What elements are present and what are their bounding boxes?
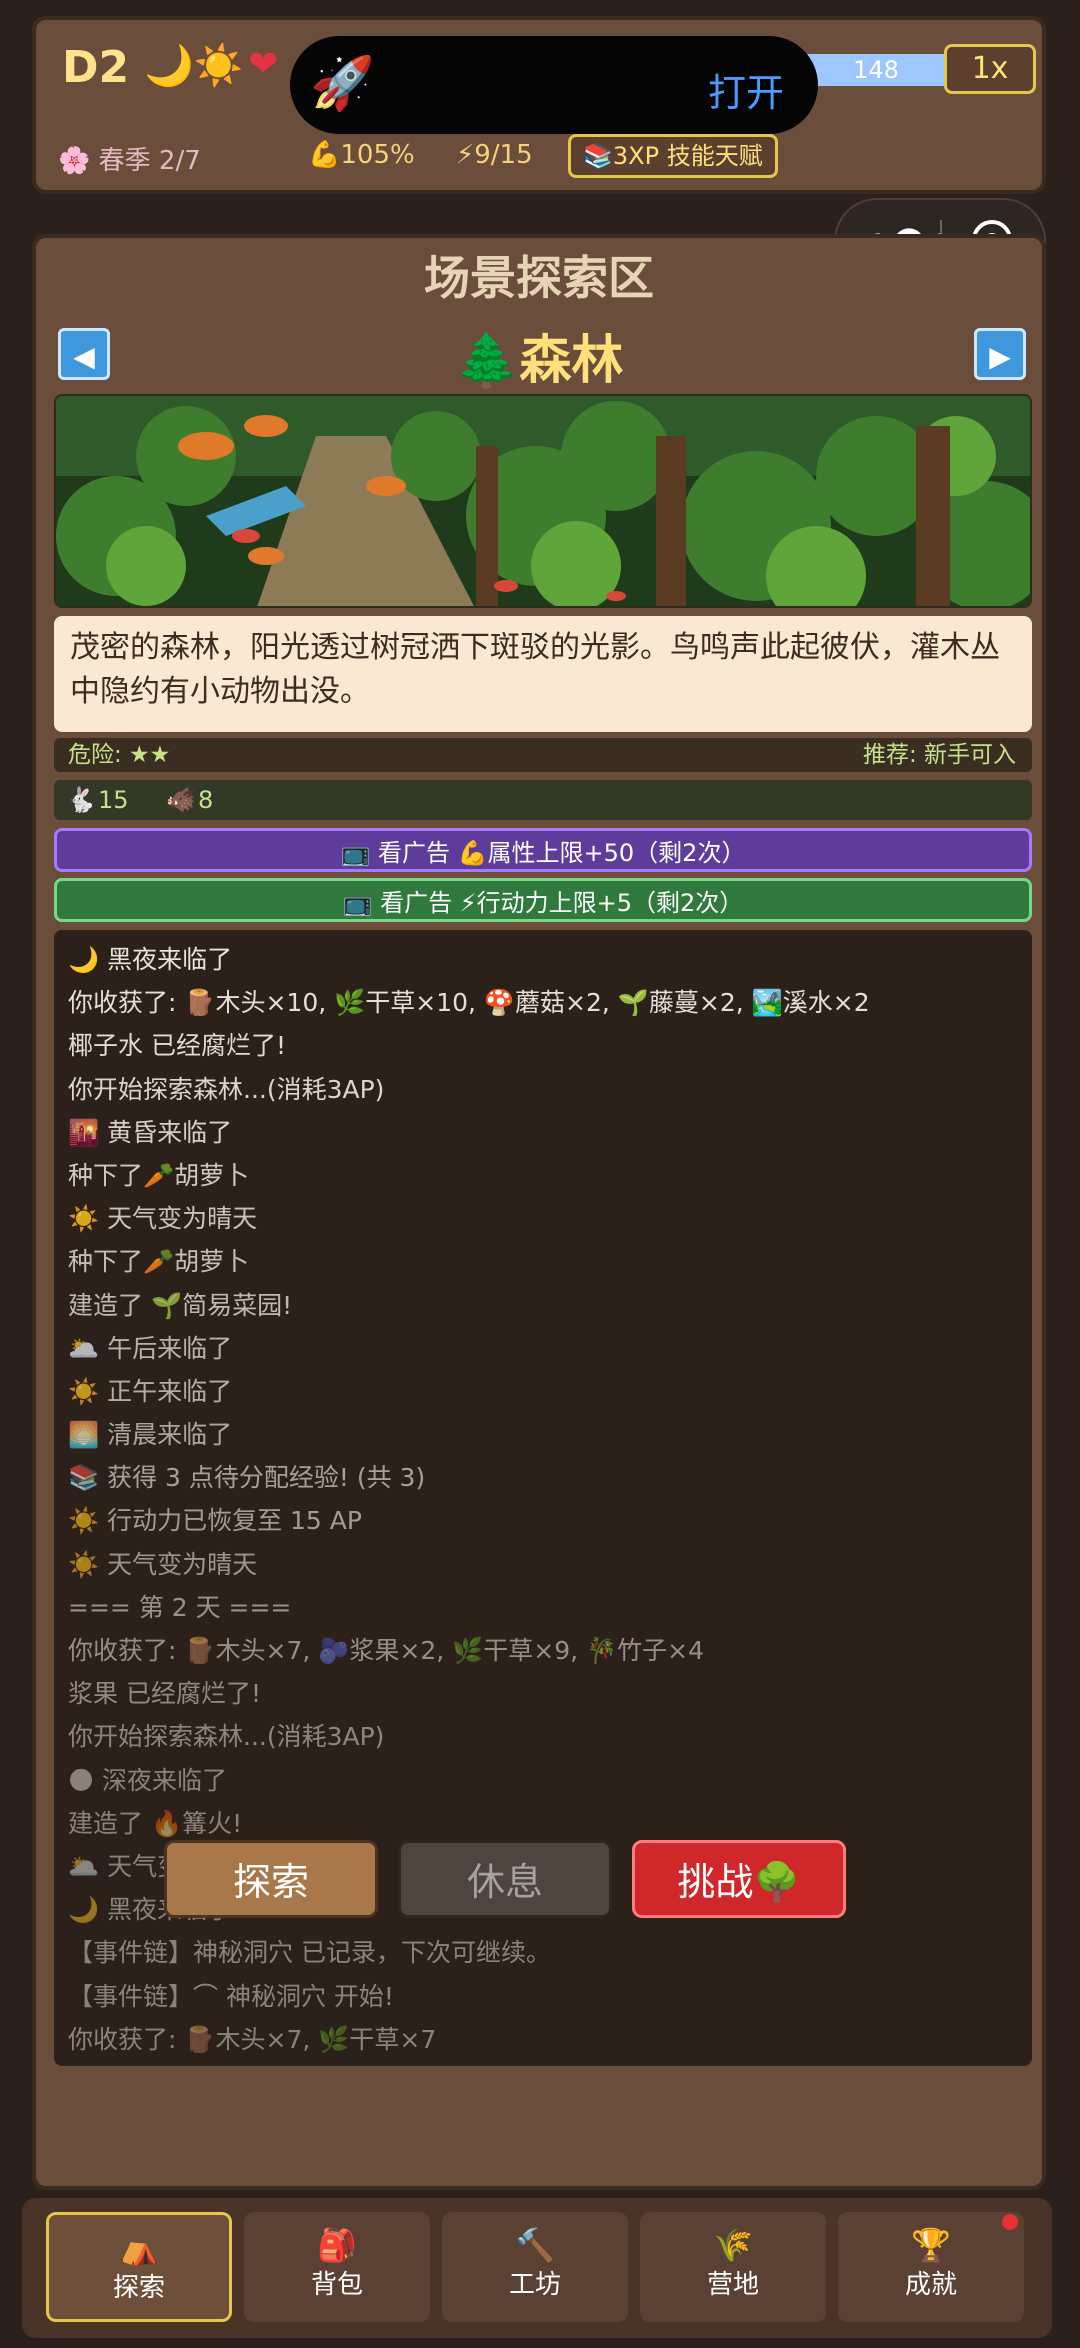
rabbit-count: 15 (98, 786, 129, 814)
rest-button[interactable]: 休息 (398, 1840, 612, 1918)
skill-talent-button[interactable]: 📚3XP 技能天赋 (568, 134, 778, 178)
log-line: 【事件链】神秘洞穴 已记录，下次可继续。 (68, 1938, 551, 1968)
log-line: 种下了🥕胡萝卜 (68, 1160, 250, 1190)
log-line: 你开始探索森林...(消耗3AP) (68, 1722, 385, 1752)
app-open-banner[interactable]: 🚀 打开 (290, 36, 818, 134)
bottom-nav: ⛺ 探索 🎒 背包 🔨 工坊 🌾 营地 🏆 成就 (22, 2198, 1052, 2338)
backpack-icon: 🎒 (317, 2226, 357, 2264)
heart-icon: ❤ (248, 44, 279, 85)
zone-title: 场景探索区 (424, 251, 654, 305)
tab-workshop[interactable]: 🔨 工坊 (442, 2212, 628, 2322)
notification-dot (1002, 2214, 1018, 2230)
log-line: === 第 2 天 === (68, 1592, 292, 1622)
log-line: 你收获了: 🪵木头×7, 🌿干草×7 (68, 2024, 437, 2054)
tab-camp[interactable]: 🌾 营地 (640, 2212, 826, 2322)
log-line: 📚 获得 3 点待分配经验! (共 3) (68, 1463, 426, 1493)
location-name: 🌲森林 (454, 331, 624, 391)
log-line: ☀️ 正午来临了 (68, 1376, 233, 1406)
log-line: 🌑 深夜来临了 (68, 1765, 228, 1795)
season-label: 🌸 春季 2/7 (58, 146, 201, 176)
danger-info-row: 危险: ★★ 推荐: 新手可入 (54, 738, 1032, 772)
log-line: 浆果 已经腐烂了! (68, 1679, 261, 1709)
speed-button[interactable]: 1x (944, 44, 1036, 94)
log-line: 🌇 黄昏来临了 (68, 1117, 233, 1147)
log-line: 你收获了: 🪵木头×10, 🌿干草×10, 🍄蘑菇×2, 🌱藤蔓×2, 🏞️溪水… (68, 988, 870, 1018)
next-location-button[interactable]: ▶ (974, 328, 1026, 380)
recommendation: 推荐: 新手可入 (862, 742, 1016, 768)
watch-ad-energy-button[interactable]: 📺 看广告 ⚡行动力上限+5（剩2次） (54, 878, 1032, 922)
forest-scene-image (54, 394, 1032, 608)
log-line: 🌅 清晨来临了 (68, 1420, 233, 1450)
log-line: ☀️ 天气变为晴天 (68, 1204, 258, 1234)
boar-icon: 🐗 (166, 786, 196, 814)
log-line: 🌥️ 午后来临了 (68, 1333, 233, 1363)
watch-ad-attribute-button[interactable]: 📺 看广告 💪属性上限+50（剩2次） (54, 828, 1032, 872)
tab-achievements[interactable]: 🏆 成就 (838, 2212, 1024, 2322)
boar-count: 8 (198, 786, 214, 814)
log-line: 你开始探索森林...(消耗3AP) (68, 1074, 385, 1104)
app-screen: D2 🌙☀️ ❤ 148 1x 🌸 春季 2/7 💪105% ⚡9/15 📚3X… (0, 0, 1080, 2348)
rocket-icon: 🚀 (310, 54, 375, 114)
log-line: ☀️ 行动力已恢复至 15 AP (68, 1506, 362, 1536)
rabbit-icon: 🐇 (66, 786, 96, 814)
strength-stat: 💪105% (308, 140, 415, 170)
time-of-day-icon: 🌙☀️ (144, 43, 244, 89)
log-line: ☀️ 天气变为晴天 (68, 1549, 258, 1579)
challenge-button[interactable]: 挑战🌳 (632, 1840, 846, 1918)
forest-illustration (56, 396, 1030, 606)
trophy-icon: 🏆 (911, 2226, 951, 2264)
danger-level: 危险: ★★ (68, 742, 171, 768)
open-button[interactable]: 打开 (708, 62, 784, 117)
tab-label: 背包 (310, 2270, 363, 2300)
day-counter: D2 (62, 42, 130, 93)
hammer-icon: 🔨 (515, 2226, 555, 2264)
animal-counts-row: 🐇 15 🐗 8 (54, 780, 1032, 820)
log-line: 种下了🥕胡萝卜 (68, 1247, 250, 1277)
tab-label: 探索 (112, 2273, 165, 2303)
hp-bar: 148 (796, 54, 956, 86)
tab-label: 工坊 (508, 2270, 561, 2300)
tab-backpack[interactable]: 🎒 背包 (244, 2212, 430, 2322)
log-line: 建造了 🔥篝火! (68, 1808, 243, 1838)
log-line: 🌙 黑夜来临了 (68, 945, 233, 974)
crop-icon: 🌾 (713, 2226, 753, 2264)
camp-explore-icon: ⛺ (119, 2229, 159, 2267)
hp-value: 148 (853, 56, 899, 84)
energy-stat: ⚡9/15 (456, 140, 533, 170)
log-line: 建造了 🌱简易菜园! (68, 1290, 293, 1320)
explore-button[interactable]: 探索 (164, 1840, 378, 1918)
log-line: 你收获了: 🪵木头×7, 🫐浆果×2, 🌿干草×9, 🎋竹子×4 (68, 1636, 704, 1665)
location-description: 茂密的森林，阳光透过树冠洒下斑驳的光影。鸟鸣声此起彼伏，灌木丛中隐约有小动物出没… (54, 616, 1032, 732)
log-line: 椰子水 已经腐烂了! (68, 1031, 286, 1061)
tab-explore[interactable]: ⛺ 探索 (46, 2212, 232, 2322)
log-line: 【事件链】⌒ 神秘洞穴 开始! (68, 1981, 394, 2011)
tab-label: 成就 (904, 2270, 957, 2300)
tab-label: 营地 (706, 2270, 759, 2300)
